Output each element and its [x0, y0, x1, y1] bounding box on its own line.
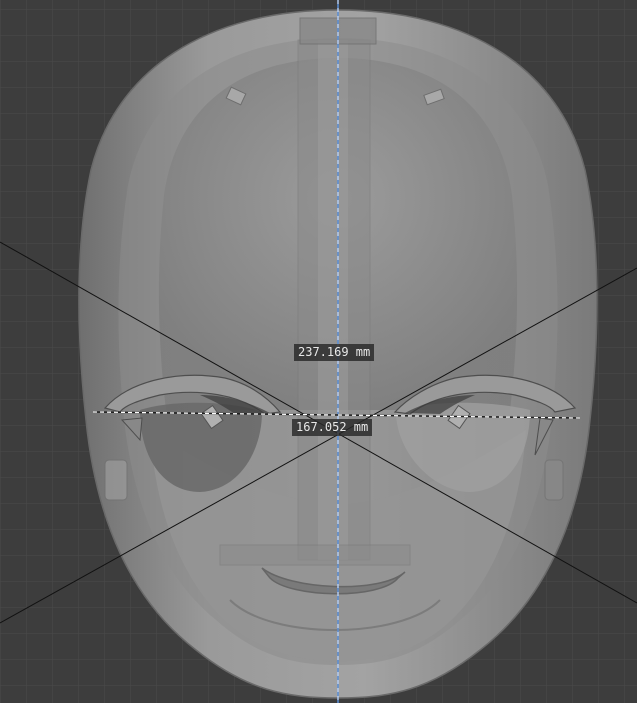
- vertical-measurement-label: 237.169 mm: [294, 344, 375, 361]
- center-support-inner: [318, 40, 348, 560]
- ear-tab-right: [544, 459, 564, 501]
- horizontal-measurement-label: 167.052 mm: [292, 419, 373, 436]
- lower-bracket: [219, 544, 411, 566]
- ear-tab-left: [104, 459, 128, 501]
- 3d-viewport[interactable]: 237.169 mm 167.052 mm: [0, 0, 637, 703]
